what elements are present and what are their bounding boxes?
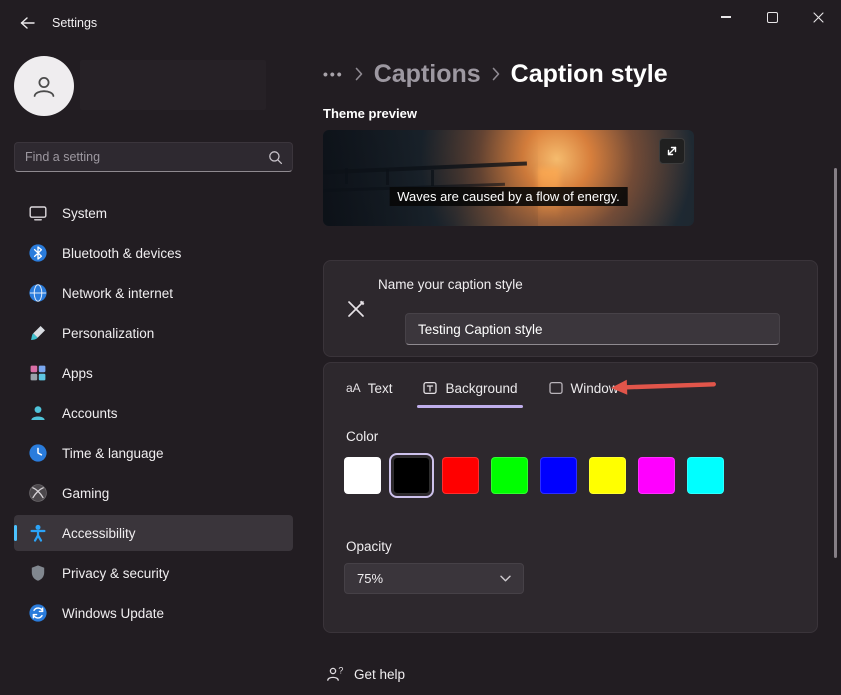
user-avatar[interactable] [14, 56, 74, 116]
color-swatch-blue[interactable] [540, 457, 577, 494]
close-icon [813, 12, 824, 23]
expand-icon [665, 144, 679, 158]
theme-preview-image: Waves are caused by a flow of energy. [323, 130, 694, 226]
svg-text:?: ? [338, 665, 343, 675]
preview-post [345, 168, 348, 184]
opacity-value: 75% [357, 571, 383, 586]
color-swatch-magenta[interactable] [638, 457, 675, 494]
window-tab-icon [548, 380, 564, 396]
privacy-icon [28, 563, 48, 583]
caption-name-card: Name your caption style [323, 260, 818, 357]
sidebar-item-label: Apps [62, 366, 93, 381]
sidebar-item-personalization[interactable]: Personalization [14, 315, 293, 351]
breadcrumb-item-captions[interactable]: Captions [374, 60, 481, 89]
get-help-icon: ? [325, 664, 345, 684]
caption-style-icon [344, 297, 368, 321]
apps-icon [28, 363, 48, 383]
system-icon [28, 203, 48, 223]
breadcrumb-chevron-icon [492, 67, 500, 81]
color-swatch-green[interactable] [491, 457, 528, 494]
sidebar-item-time-language[interactable]: Time & language [14, 435, 293, 471]
user-info-placeholder [80, 60, 266, 110]
preview-post [431, 170, 434, 186]
sidebar-item-label: Privacy & security [62, 566, 169, 581]
color-section-label: Color [346, 429, 378, 444]
accounts-icon [28, 403, 48, 423]
sidebar-nav: System Bluetooth & devices Network & int… [14, 195, 293, 635]
gaming-icon [28, 483, 48, 503]
caption-name-label: Name your caption style [378, 277, 523, 292]
window-controls [703, 0, 841, 34]
sidebar-item-bluetooth[interactable]: Bluetooth & devices [14, 235, 293, 271]
tab-label: Text [368, 381, 393, 396]
sidebar-item-label: Accounts [62, 406, 118, 421]
sidebar-item-privacy[interactable]: Privacy & security [14, 555, 293, 591]
tab-text[interactable]: aA Text [338, 371, 400, 410]
breadcrumb-chevron-icon [355, 67, 363, 81]
text-tab-icon: aA [346, 381, 361, 395]
personalization-icon [28, 323, 48, 343]
sidebar-item-gaming[interactable]: Gaming [14, 475, 293, 511]
color-swatch-white[interactable] [344, 457, 381, 494]
sidebar-item-label: Gaming [62, 486, 109, 501]
sidebar-item-label: System [62, 206, 107, 221]
minimize-icon [721, 16, 731, 18]
annotation-arrow-icon [611, 375, 718, 397]
sidebar-item-network[interactable]: Network & internet [14, 275, 293, 311]
opacity-section-label: Opacity [346, 539, 392, 554]
color-swatch-red[interactable] [442, 457, 479, 494]
opacity-dropdown[interactable]: 75% [344, 563, 524, 594]
expand-preview-button[interactable] [659, 138, 685, 164]
tab-background[interactable]: Background [414, 371, 525, 410]
sidebar-item-accessibility[interactable]: Accessibility [14, 515, 293, 551]
preview-post [386, 169, 389, 185]
color-swatch-yellow[interactable] [589, 457, 626, 494]
windows-update-icon [28, 603, 48, 623]
window-title: Settings [52, 16, 97, 30]
sidebar-item-apps[interactable]: Apps [14, 355, 293, 391]
sidebar-item-system[interactable]: System [14, 195, 293, 231]
theme-preview-label: Theme preview [323, 106, 417, 121]
page-title: Caption style [511, 60, 668, 89]
search-icon [268, 150, 283, 165]
search-input[interactable] [15, 150, 268, 164]
color-swatches [344, 457, 724, 494]
vertical-scrollbar[interactable] [834, 168, 837, 558]
sidebar-item-accounts[interactable]: Accounts [14, 395, 293, 431]
maximize-icon [767, 12, 778, 23]
chevron-down-icon [500, 575, 511, 582]
minimize-button[interactable] [703, 0, 749, 34]
selected-tab-indicator [417, 405, 522, 408]
selected-item-indicator [14, 525, 17, 541]
bluetooth-icon [28, 243, 48, 263]
sidebar-item-label: Personalization [62, 326, 154, 341]
back-icon [20, 17, 35, 29]
accessibility-icon [28, 523, 48, 543]
style-tabs: aA Text Background Window [338, 371, 627, 410]
sidebar-item-label: Windows Update [62, 606, 164, 621]
network-icon [28, 283, 48, 303]
sidebar-item-label: Accessibility [62, 526, 136, 541]
breadcrumb: ••• Captions Caption style [323, 54, 668, 94]
breadcrumb-overflow-button[interactable]: ••• [323, 66, 344, 82]
caption-name-input[interactable] [405, 313, 780, 345]
user-avatar-icon [30, 72, 58, 100]
get-help-label: Get help [354, 667, 405, 682]
settings-search [14, 142, 293, 172]
caption-style-editor-card: aA Text Background Window Color Opacity … [323, 362, 818, 633]
background-tab-icon [422, 380, 438, 396]
time-language-icon [28, 443, 48, 463]
back-button[interactable] [10, 8, 44, 38]
maximize-button[interactable] [749, 0, 795, 34]
color-swatch-cyan[interactable] [687, 457, 724, 494]
sidebar-item-label: Bluetooth & devices [62, 246, 181, 261]
sidebar-item-windows-update[interactable]: Windows Update [14, 595, 293, 631]
color-swatch-black[interactable] [393, 457, 430, 494]
tab-label: Background [445, 381, 517, 396]
sidebar-item-label: Network & internet [62, 286, 173, 301]
close-button[interactable] [795, 0, 841, 34]
preview-caption-text: Waves are caused by a flow of energy. [389, 187, 628, 206]
get-help-link[interactable]: ? Get help [325, 664, 405, 684]
sidebar-item-label: Time & language [62, 446, 164, 461]
